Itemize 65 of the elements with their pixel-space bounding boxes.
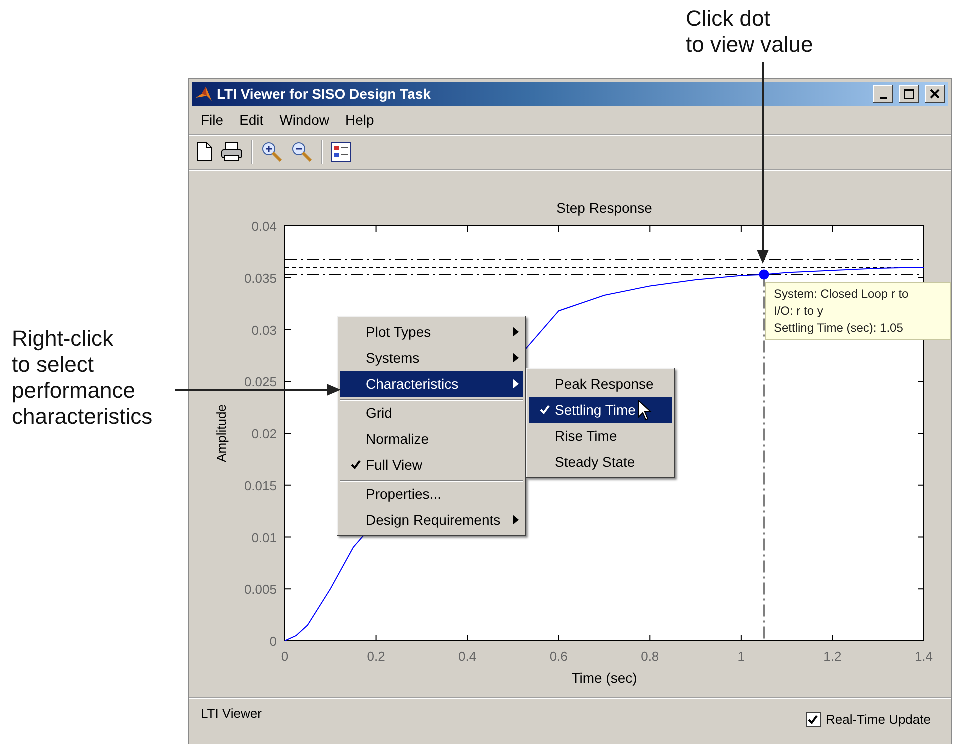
submenu-arrow-icon	[513, 515, 519, 525]
context-menu-item[interactable]: Properties...	[340, 480, 523, 507]
new-file-icon[interactable]	[197, 142, 213, 162]
tick-label: 0.005	[244, 582, 277, 598]
real-time-update-checkbox[interactable]: Real-Time Update	[806, 712, 931, 727]
x-axis-label: Time (sec)	[572, 670, 638, 686]
tick-label: 0.035	[244, 270, 277, 286]
menu-item[interactable]: Window	[274, 110, 336, 130]
context-menu-item[interactable]: Systems	[340, 345, 523, 371]
callout-text: Click dot to view value	[686, 6, 814, 58]
tick-label: 0.03	[252, 322, 277, 338]
tick-label: 0.02	[252, 426, 277, 442]
submenu-arrow-icon	[513, 353, 519, 363]
tick-label: 0	[281, 649, 289, 664]
check-icon	[808, 714, 818, 724]
context-menu-item[interactable]: Full View	[340, 452, 523, 478]
check-icon	[540, 405, 550, 415]
menu-item[interactable]: Edit	[234, 110, 270, 130]
context-menu-item[interactable]: Plot Types	[340, 319, 523, 345]
submenu-arrow-icon	[513, 327, 519, 337]
app-logo-icon	[195, 85, 213, 103]
tick-label: 1	[738, 649, 746, 664]
callout-text: Right-click to select performance characteristics	[12, 326, 153, 430]
submenu-item[interactable]: Rise Time	[529, 423, 672, 449]
tick-label: 0.015	[244, 478, 277, 494]
tick-label: 0	[270, 634, 277, 649]
chart-title: Step Response	[556, 200, 652, 216]
tooltip-text: I/O: r to y	[774, 304, 824, 318]
tick-label: 1.4	[914, 649, 934, 664]
close-icon	[930, 89, 940, 99]
tick-label: 0.01	[252, 530, 277, 546]
y-axis-label: Amplitude	[214, 404, 229, 462]
zoom-out-icon[interactable]	[291, 141, 313, 163]
tick-label: 0.025	[244, 374, 277, 390]
tick-label: 0.04	[252, 219, 277, 234]
menu-item[interactable]: Help	[339, 110, 380, 130]
context-menu-item[interactable]: Normalize	[340, 426, 523, 452]
check-icon	[351, 460, 361, 470]
submenu-item[interactable]: Settling Time	[529, 397, 672, 423]
submenu-arrow-icon	[513, 379, 519, 389]
close-button[interactable]	[925, 85, 945, 103]
tick-label: 1.2	[824, 649, 842, 664]
tick-label: 0.6	[550, 649, 568, 664]
tick-label: 0.8	[641, 649, 660, 664]
submenu-item[interactable]: Peak Response	[529, 371, 672, 397]
context-menu-item[interactable]: Grid	[340, 399, 523, 426]
minimize-icon	[880, 96, 886, 98]
maximize-button[interactable]	[899, 85, 919, 103]
mouse-pointer-icon	[638, 400, 652, 422]
window-title: LTI Viewer for SISO Design Task	[217, 86, 432, 102]
tick-label: 0.2	[367, 649, 386, 664]
data-point-marker[interactable]	[759, 270, 770, 280]
tooltip-text: Settling Time (sec): 1.05	[774, 321, 904, 335]
status-text: LTI Viewer	[201, 706, 262, 721]
legend-icon[interactable]	[331, 142, 351, 162]
tooltip-text: System: Closed Loop r to	[774, 287, 910, 301]
submenu-item[interactable]: Steady State	[529, 449, 672, 475]
context-menu-item[interactable]: Characteristics	[340, 371, 523, 397]
tick-label: 0.4	[458, 649, 477, 664]
menu-item[interactable]: File	[195, 110, 230, 130]
maximize-icon	[904, 89, 914, 99]
context-menu-item[interactable]: Design Requirements	[340, 507, 523, 533]
print-icon[interactable]	[221, 142, 243, 162]
zoom-in-icon[interactable]	[261, 141, 283, 163]
minimize-button[interactable]	[873, 85, 893, 103]
